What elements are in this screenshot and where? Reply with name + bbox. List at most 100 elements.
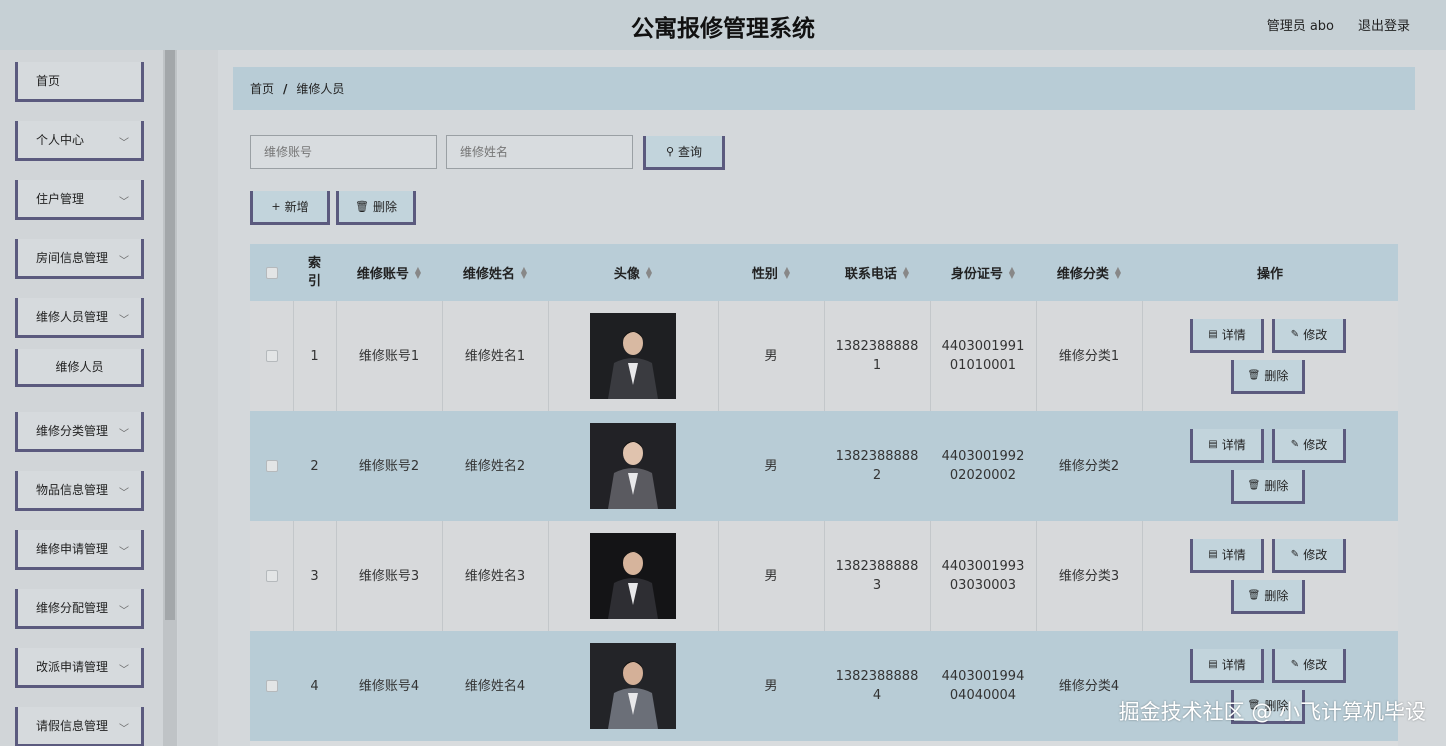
cell-gender: 男 <box>764 678 778 694</box>
sort-icon[interactable]: ▲ ▼ <box>1115 265 1121 279</box>
breadcrumb-home[interactable]: 首页 <box>250 80 274 97</box>
col-category-label: 维修分类 <box>1056 267 1109 282</box>
edit-button-label: 修改 <box>1303 658 1328 672</box>
current-user: 管理员 abo <box>1266 19 1334 34</box>
cell-index: 4 <box>310 678 319 694</box>
avatar-image[interactable] <box>590 533 676 619</box>
sidebar-scrollbar[interactable] <box>163 50 177 746</box>
sort-icon[interactable]: ▲ ▼ <box>646 265 652 279</box>
pencil-icon: ✎ <box>1290 329 1300 340</box>
cell-name: 维修姓名3 <box>464 568 526 584</box>
col-category[interactable]: 维修分类 ▲ ▼ <box>1036 244 1142 301</box>
detail-button[interactable]: ▤ 详情 <box>1190 539 1264 573</box>
sort-icon[interactable]: ▲ ▼ <box>521 265 527 279</box>
sort-icon[interactable]: ▲ ▼ <box>784 265 790 279</box>
row-select-cell[interactable] <box>250 631 293 741</box>
sidebar-item-items[interactable]: 物品信息管理 ﹀ <box>15 471 144 511</box>
cell-index: 2 <box>310 458 319 474</box>
col-phone-label: 联系电话 <box>844 267 897 282</box>
col-avatar-label: 头像 <box>613 267 640 282</box>
detail-button-label: 详情 <box>1221 658 1246 672</box>
row-delete-button[interactable]: 🗑 删除 <box>1231 580 1305 614</box>
app-title: 公寓报修管理系统 <box>631 16 815 42</box>
table-row: 3 维修账号3 维修姓名3 男 13823888883 440300199303… <box>250 521 1398 631</box>
sidebar-item-home[interactable]: 首页 <box>15 62 144 102</box>
sidebar-item-room[interactable]: 房间信息管理 ﹀ <box>15 239 144 279</box>
cell-id-card: 440300199101010001 <box>930 301 1036 411</box>
chevron-down-icon: ﹀ <box>119 315 129 326</box>
query-button-label: 查询 <box>678 145 703 159</box>
edit-button[interactable]: ✎ 修改 <box>1272 429 1346 463</box>
logout-link[interactable]: 退出登录 <box>1358 15 1410 34</box>
sidebar-item-category[interactable]: 维修分类管理 ﹀ <box>15 412 144 452</box>
cell-id-card: 440300199303030003 <box>930 521 1036 631</box>
sidebar-item-leave[interactable]: 请假信息管理 ﹀ <box>15 707 144 746</box>
sort-icon[interactable]: ▲ ▼ <box>415 265 421 279</box>
sidebar-item-label: 房间信息管理 <box>36 251 109 265</box>
avatar-image[interactable] <box>590 313 676 399</box>
scrollbar-thumb[interactable] <box>165 50 175 620</box>
cell-id-card: 440300199202020002 <box>930 411 1036 521</box>
batch-delete-button[interactable]: 🗑 删除 <box>336 191 416 225</box>
edit-button[interactable]: ✎ 修改 <box>1272 319 1346 353</box>
document-icon: ▤ <box>1208 439 1218 450</box>
col-id-card-label: 身份证号 <box>950 267 1003 282</box>
row-checkbox[interactable] <box>265 570 278 582</box>
col-account[interactable]: 维修账号 ▲ ▼ <box>336 244 442 301</box>
watermark: 掘金技术社区 @ 小飞计算机毕设 <box>1118 700 1426 724</box>
repairman-table: 索引 维修账号 ▲ ▼ 维修姓名 ▲ ▼ 头像 ▲ ▼ 性别 ▲ ▼ 联系电话 ▲ ▼ 身份证号 ▲ ▼… <box>250 244 1398 746</box>
select-all-checkbox[interactable] <box>265 266 278 279</box>
row-delete-button-label: 删除 <box>1264 479 1289 493</box>
sidebar-item-repairman-mgmt[interactable]: 维修人员管理 ﹀ <box>15 298 144 338</box>
row-checkbox[interactable] <box>265 460 278 472</box>
detail-button-label: 详情 <box>1221 438 1246 452</box>
chevron-down-icon: ﹀ <box>119 197 129 208</box>
row-select-cell[interactable] <box>250 411 293 521</box>
cell-avatar <box>548 301 718 411</box>
breadcrumb: 首页 / 维修人员 <box>233 67 1415 110</box>
col-account-label: 维修账号 <box>356 267 409 282</box>
account-search-input[interactable] <box>250 135 437 169</box>
sidebar-subitem-repairman[interactable]: 维修人员 <box>15 349 144 387</box>
sort-icon[interactable]: ▲ ▼ <box>1009 265 1015 279</box>
avatar-image[interactable] <box>590 643 676 729</box>
select-all-cell[interactable] <box>250 244 293 301</box>
sidebar-item-personal-center[interactable]: 个人中心 ﹀ <box>15 121 144 161</box>
col-id-card[interactable]: 身份证号 ▲ ▼ <box>930 244 1036 301</box>
sidebar: 首页 个人中心 ﹀ 住户管理 ﹀ 房间信息管理 ﹀ 维修人员管理 ﹀ 维修人员 维修分类… <box>0 50 178 746</box>
sidebar-item-assignment[interactable]: 维修分配管理 ﹀ <box>15 589 144 629</box>
sort-icon[interactable]: ▲ ▼ <box>903 265 909 279</box>
sidebar-item-resident[interactable]: 住户管理 ﹀ <box>15 180 144 220</box>
detail-button[interactable]: ▤ 详情 <box>1190 429 1264 463</box>
query-button[interactable]: ⚲ 查询 <box>643 136 725 170</box>
cell-account: 维修账号1 <box>358 348 420 364</box>
cell-phone-value: 13823888881 <box>835 339 919 373</box>
sidebar-item-reassign[interactable]: 改派申请管理 ﹀ <box>15 648 144 688</box>
col-phone[interactable]: 联系电话 ▲ ▼ <box>824 244 930 301</box>
cell-gender: 男 <box>764 458 778 474</box>
name-search-input[interactable] <box>446 135 633 169</box>
col-gender[interactable]: 性别 ▲ ▼ <box>718 244 824 301</box>
sidebar-item-application[interactable]: 维修申请管理 ﹀ <box>15 530 144 570</box>
cell-name: 维修姓名4 <box>464 678 526 694</box>
detail-button[interactable]: ▤ 详情 <box>1190 319 1264 353</box>
cell-category: 维修分类1 <box>1058 348 1120 364</box>
row-select-cell[interactable] <box>250 301 293 411</box>
row-checkbox[interactable] <box>265 350 278 362</box>
col-name[interactable]: 维修姓名 ▲ ▼ <box>442 244 548 301</box>
col-avatar[interactable]: 头像 ▲ ▼ <box>548 244 718 301</box>
sidebar-item-label: 首页 <box>36 74 61 88</box>
add-button[interactable]: + 新增 <box>250 191 330 225</box>
col-gender-label: 性别 <box>751 267 778 282</box>
row-delete-button[interactable]: 🗑 删除 <box>1231 470 1305 504</box>
edit-button[interactable]: ✎ 修改 <box>1272 649 1346 683</box>
row-delete-button[interactable]: 🗑 删除 <box>1231 360 1305 394</box>
edit-button[interactable]: ✎ 修改 <box>1272 539 1346 573</box>
avatar-image[interactable] <box>590 423 676 509</box>
detail-button[interactable]: ▤ 详情 <box>1190 649 1264 683</box>
row-select-cell[interactable] <box>250 521 293 631</box>
col-index: 索引 <box>293 244 336 301</box>
table-row: 1 维修账号1 维修姓名1 男 13823888881 440300199101… <box>250 301 1398 411</box>
table-row: 2 维修账号2 维修姓名2 男 13823888882 440300199202… <box>250 411 1398 521</box>
row-checkbox[interactable] <box>265 680 278 692</box>
